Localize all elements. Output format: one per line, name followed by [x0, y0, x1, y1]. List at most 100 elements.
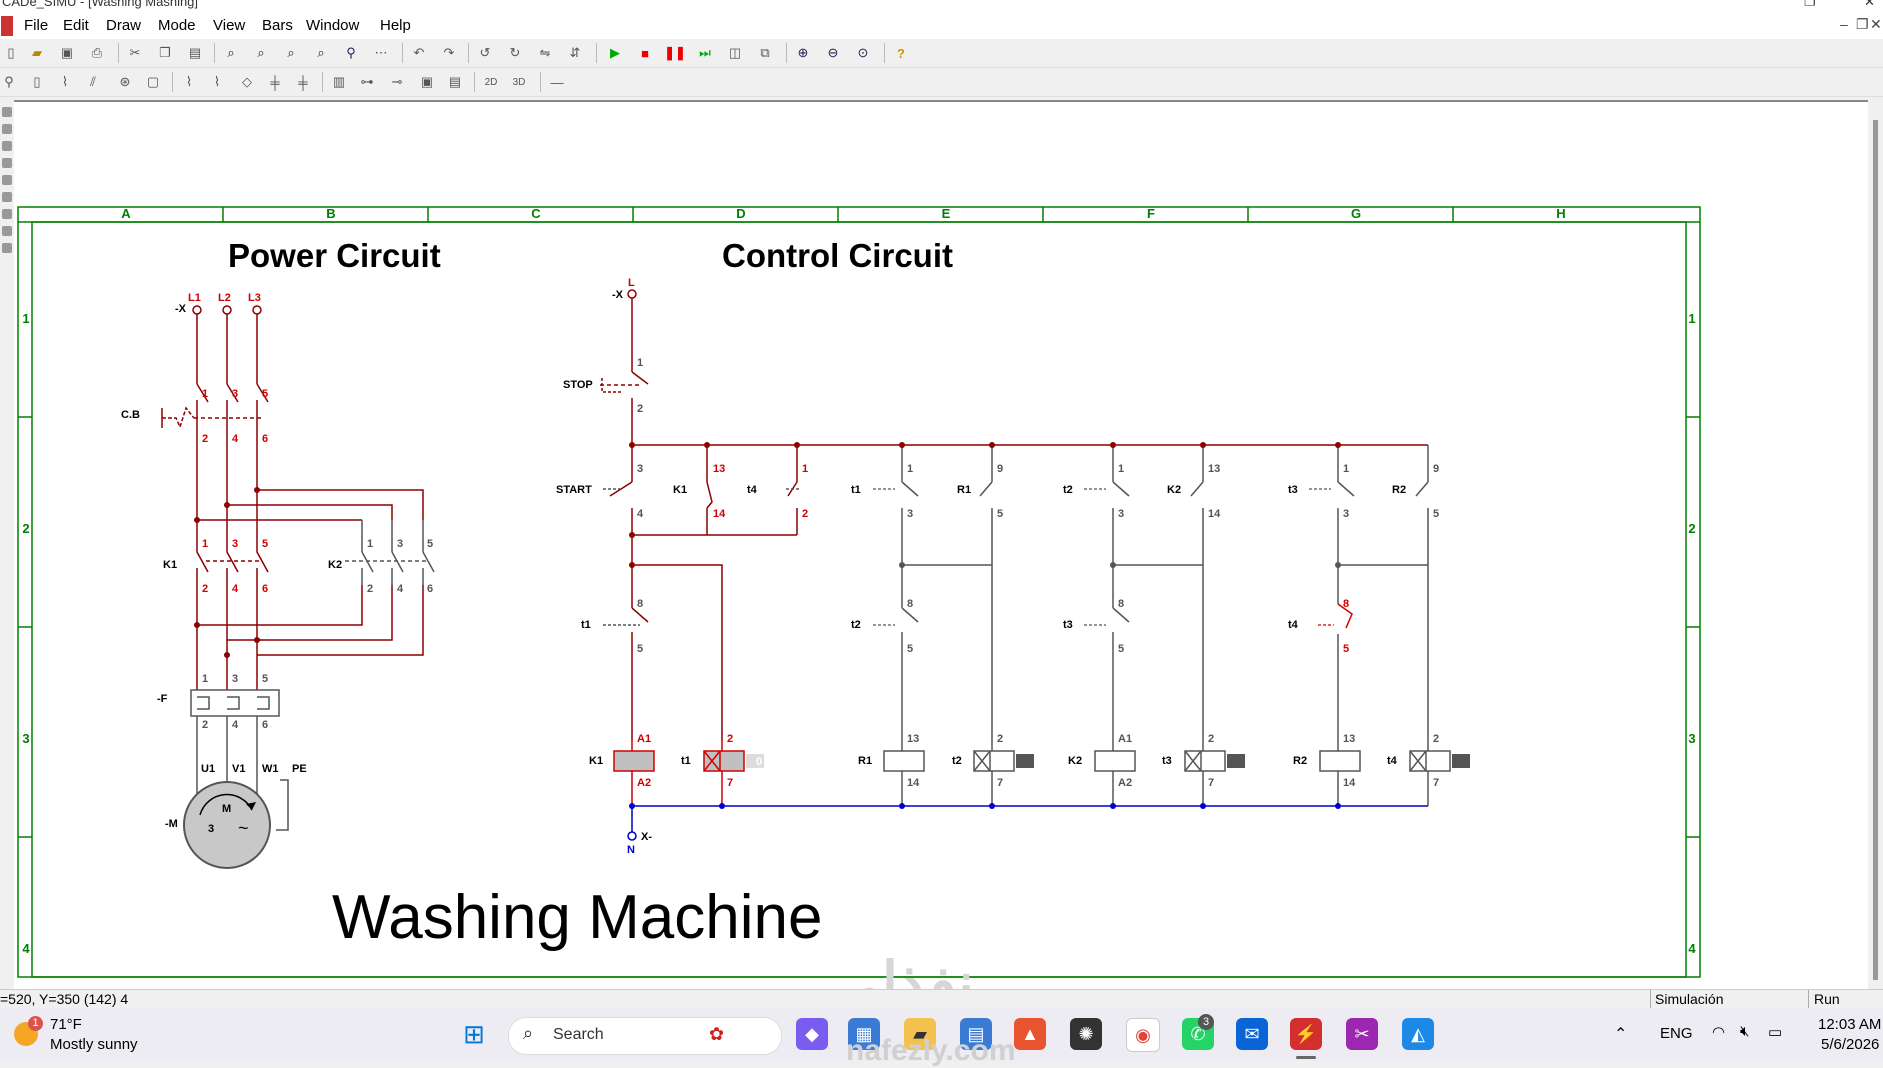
terminal-u1: U1 — [201, 763, 215, 775]
svg-text:2: 2 — [1208, 733, 1214, 745]
snipping-icon[interactable]: ✂ — [1346, 1018, 1378, 1050]
svg-text:t2: t2 — [952, 755, 962, 767]
coil-t4 — [1409, 750, 1451, 772]
svg-text:2: 2 — [1433, 733, 1439, 745]
motor-phases: 3 — [208, 823, 214, 835]
svg-text:R2: R2 — [1392, 484, 1406, 496]
svg-text:13: 13 — [907, 733, 919, 745]
clock-date[interactable]: 5/6/2026 — [1821, 1036, 1879, 1053]
k1-contact-label: K1 — [673, 484, 687, 496]
k2-power-label: K2 — [328, 559, 342, 571]
photos-icon[interactable]: ◭ — [1402, 1018, 1434, 1050]
search-highlight-icon: ✿ — [709, 1024, 725, 1044]
svg-text:t3: t3 — [1288, 484, 1298, 496]
supply-n-ref: X- — [641, 831, 652, 843]
svg-text:K2: K2 — [1068, 755, 1082, 767]
svg-text:13: 13 — [713, 463, 725, 475]
chrome-icon[interactable]: ◉ — [1126, 1018, 1160, 1052]
start-icon[interactable]: ⊞ — [458, 1018, 490, 1050]
svg-text:6: 6 — [262, 583, 268, 595]
svg-text:5: 5 — [637, 643, 643, 655]
k1-power-label: K1 — [163, 559, 177, 571]
svg-text:14: 14 — [1343, 777, 1356, 789]
svg-text:2: 2 — [202, 719, 208, 731]
svg-text:5: 5 — [1343, 643, 1349, 655]
svg-text:9: 9 — [997, 463, 1003, 475]
svg-text:2: 2 — [202, 583, 208, 595]
battery-icon[interactable]: ▭ — [1768, 1023, 1782, 1041]
svg-text:7: 7 — [997, 777, 1003, 789]
svg-text:4: 4 — [397, 583, 404, 595]
svg-text:5: 5 — [907, 643, 913, 655]
control-circuit-title: Control Circuit — [722, 237, 953, 274]
svg-text:R1: R1 — [957, 484, 971, 496]
svg-text:1: 1 — [1343, 463, 1349, 475]
clock-time[interactable]: 12:03 AM — [1818, 1016, 1881, 1033]
coil-r2 — [1319, 750, 1361, 772]
svg-text:5: 5 — [1118, 643, 1124, 655]
copilot-icon[interactable]: ◆ — [796, 1018, 828, 1050]
taskbar: 1 71°F Mostly sunny ⊞ ⌕ Search ✿ ◆ ▦ ▰ ▤… — [0, 1008, 1883, 1067]
sheet-frame — [17, 206, 1701, 978]
svg-text:3: 3 — [1118, 508, 1124, 520]
chatgpt-icon[interactable]: ✺ — [1070, 1018, 1102, 1050]
svg-text:8: 8 — [637, 598, 643, 610]
language-indicator[interactable]: ENG — [1660, 1025, 1693, 1042]
svg-text:R1: R1 — [858, 755, 872, 767]
main-title: Washing Machine — [332, 883, 823, 952]
row-label-4: 4 — [22, 941, 30, 956]
terminal-w1: W1 — [262, 763, 279, 775]
col-label-g: G — [1351, 206, 1361, 221]
svg-text:2: 2 — [637, 403, 643, 415]
svg-text:t4: t4 — [1288, 619, 1299, 631]
search-placeholder: Search — [553, 1026, 604, 1043]
svg-text:1: 1 — [802, 463, 808, 475]
search-icon: ⌕ — [523, 1023, 534, 1043]
status-state: Run — [1814, 991, 1840, 1007]
outlook-icon[interactable]: ✉ — [1236, 1018, 1268, 1050]
row-label-2: 2 — [22, 521, 29, 536]
col-label-d: D — [736, 206, 745, 221]
wifi-icon[interactable]: ◠ — [1712, 1023, 1725, 1041]
svg-text:2: 2 — [727, 733, 733, 745]
tray-chevron-icon[interactable]: ⌃ — [1614, 1024, 1627, 1044]
supply-n: N — [627, 844, 635, 856]
svg-text:5: 5 — [427, 538, 433, 550]
svg-text:A2: A2 — [1118, 777, 1132, 789]
power-supply-ref: -X — [175, 303, 187, 315]
svg-text:13: 13 — [1208, 463, 1220, 475]
col-label-c: C — [531, 206, 541, 221]
status-mode: Simulación — [1655, 991, 1724, 1007]
stop-label: STOP — [563, 379, 593, 391]
svg-text:3: 3 — [232, 673, 238, 685]
supply-l-ref: -X — [612, 289, 624, 301]
svg-text:1: 1 — [907, 463, 913, 475]
control-circuit: L -X STOP START 1 2 3 4 8 5 13 14 1 2 K1… — [556, 277, 1470, 856]
svg-text:2: 2 — [997, 733, 1003, 745]
t4-contact-label: t4 — [747, 484, 758, 496]
motor-letter: M — [222, 803, 231, 815]
svg-text:R2: R2 — [1293, 755, 1307, 767]
svg-text:t2: t2 — [851, 619, 861, 631]
svg-text:t1: t1 — [851, 484, 861, 496]
svg-text:8: 8 — [1343, 598, 1349, 610]
terminal-pe: PE — [292, 763, 307, 775]
weather-badge: 1 — [28, 1016, 43, 1031]
svg-text:1: 1 — [202, 673, 208, 685]
cade-simu-icon[interactable]: ⚡ — [1290, 1018, 1322, 1050]
svg-text:A2: A2 — [637, 777, 651, 789]
col-label-e: E — [942, 206, 951, 221]
svg-text:3: 3 — [232, 538, 238, 550]
coil-t2 — [973, 750, 1015, 772]
svg-text:K1: K1 — [589, 755, 603, 767]
svg-text:3: 3 — [907, 508, 913, 520]
search-box[interactable]: ⌕ Search ✿ — [508, 1017, 782, 1055]
svg-text:3: 3 — [637, 463, 643, 475]
svg-text:4: 4 — [637, 508, 644, 520]
svg-text:14: 14 — [1208, 508, 1221, 520]
volume-mute-icon[interactable]: 🔇︎ — [1740, 1023, 1749, 1040]
svg-text:14: 14 — [907, 777, 920, 789]
brave-icon[interactable]: ▲ — [1014, 1018, 1046, 1050]
svg-text:t3: t3 — [1063, 619, 1073, 631]
power-circuit-title: Power Circuit — [228, 237, 441, 274]
